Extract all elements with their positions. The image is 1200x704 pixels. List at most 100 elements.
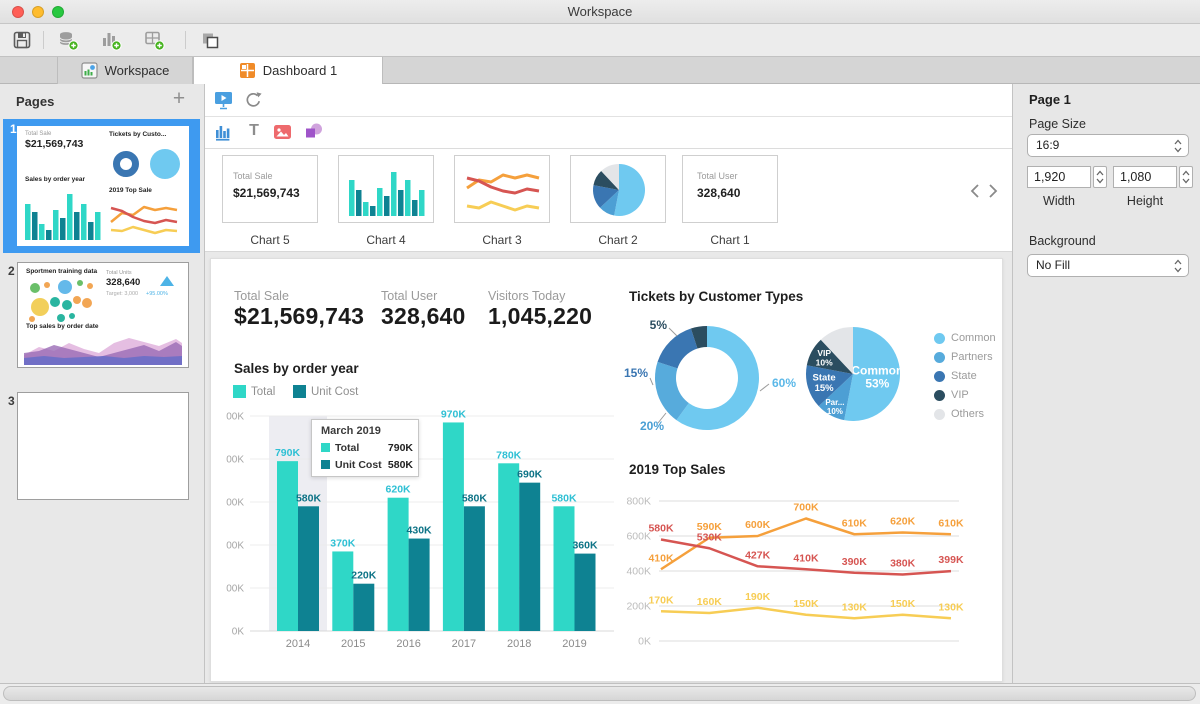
width-input[interactable]: 1,920: [1027, 166, 1091, 188]
gallery-kpi-label: Total Sale: [233, 171, 273, 181]
pie-chart-svg[interactable]: Common53%Par...10%State15%VIP10%: [801, 307, 951, 452]
svg-text:600K: 600K: [626, 531, 651, 543]
kpi-label: Visitors Today: [488, 289, 565, 303]
page-size-select[interactable]: 16:9: [1027, 134, 1189, 157]
save-button[interactable]: [11, 30, 33, 50]
svg-text:170K: 170K: [648, 594, 674, 606]
present-button[interactable]: [213, 90, 234, 115]
line-chart-svg[interactable]: 800K600K400K200K0K410K590K600K700K610K62…: [621, 484, 1004, 659]
svg-text:2016: 2016: [396, 638, 420, 650]
svg-text:130K: 130K: [842, 601, 868, 613]
tooltip-series-value: 580K: [388, 459, 413, 471]
height-input[interactable]: 1,080: [1113, 166, 1177, 188]
legend-dot: [934, 390, 945, 401]
page-thumbnail-2[interactable]: Sportmen training data Total Units 328,6…: [17, 262, 189, 368]
gallery-card-chart4[interactable]: [338, 155, 434, 223]
element-toolbar: T: [205, 117, 1012, 149]
refresh-button[interactable]: [244, 91, 263, 114]
svg-text:20%: 20%: [640, 419, 664, 433]
tickets-legend-item: Partners: [934, 351, 1004, 365]
tickets-legend-item: State: [934, 370, 1004, 384]
svg-text:430K: 430K: [407, 525, 433, 537]
svg-text:580K: 580K: [551, 492, 577, 504]
chevron-left-icon: [969, 183, 981, 199]
gallery-card-chart1[interactable]: Total User 328,640: [682, 155, 778, 223]
svg-text:410K: 410K: [793, 552, 819, 564]
insert-image-tool[interactable]: [273, 124, 292, 145]
svg-text:530K: 530K: [697, 531, 723, 543]
kpi-label: Total Sale: [234, 289, 289, 303]
page-size-label: Page Size: [1029, 117, 1086, 131]
tab-workspace[interactable]: Workspace: [57, 57, 193, 84]
thumb2-delta: +95.00%: [146, 291, 168, 297]
kpi-value: 1,045,220: [488, 303, 592, 330]
gallery-kpi-value: 328,640: [697, 186, 740, 200]
page-thumbnail-1[interactable]: 1 Total Sale $21,569,743 Tickets by Cust…: [3, 119, 200, 253]
thumb1-bars-chart: [25, 186, 103, 240]
tooltip-title: March 2019: [321, 425, 381, 437]
thumb2-title: Sportmen training data: [26, 268, 97, 275]
page-inspector: Page 1 Page Size 16:9 1,920 1,080 Width …: [1012, 84, 1200, 683]
donut-chart-svg[interactable]: 60%20%15%5%: [621, 307, 821, 452]
svg-text:2019: 2019: [562, 638, 586, 650]
legend-label: VIP: [951, 389, 969, 401]
inspector-title: Page 1: [1029, 92, 1071, 107]
add-dashboard-button[interactable]: [143, 30, 165, 50]
svg-text:220K: 220K: [351, 570, 377, 582]
page-thumbnail-3[interactable]: [17, 392, 189, 500]
gallery-card-chart2[interactable]: [570, 155, 666, 223]
insert-shape-tool[interactable]: [303, 122, 325, 146]
thumb2-units-label: Total Units: [106, 270, 132, 276]
gallery-prev-button[interactable]: [969, 183, 981, 204]
insert-chart-tool[interactable]: [214, 123, 233, 147]
scrollbar-thumb[interactable]: [3, 686, 1196, 701]
svg-text:370K: 370K: [330, 537, 356, 549]
width-stepper[interactable]: [1093, 166, 1107, 188]
page-number: 1: [10, 122, 17, 136]
refresh-icon: [244, 91, 263, 109]
workspace-window: Workspace: [0, 0, 1200, 704]
background-select[interactable]: No Fill: [1027, 254, 1189, 277]
gallery-next-button[interactable]: [987, 183, 999, 204]
svg-text:0K: 0K: [638, 636, 651, 648]
width-label: Width: [1027, 194, 1091, 208]
document-tabbar: Workspace Dashboard 1: [0, 56, 1200, 84]
duplicate-button[interactable]: [198, 30, 220, 50]
insert-text-tool[interactable]: T: [245, 122, 263, 140]
svg-text:380K: 380K: [890, 558, 916, 570]
image-icon: [273, 124, 292, 140]
present-icon: [213, 90, 234, 110]
legend-label: Partners: [951, 351, 993, 363]
dashboard-page[interactable]: Total Sale $21,569,743 Total User 328,64…: [210, 258, 1003, 682]
tooltip-series-name: Total: [335, 442, 359, 454]
gallery-card-chart5[interactable]: Total Sale $21,569,743: [222, 155, 318, 223]
gallery-card-chart3[interactable]: [454, 155, 550, 223]
add-data-source-button[interactable]: [57, 30, 79, 50]
background-value: No Fill: [1036, 258, 1070, 272]
legend-dot: [934, 333, 945, 344]
add-chart-button[interactable]: [100, 30, 122, 50]
legend-swatch-unit-cost: [293, 385, 306, 398]
chevron-right-icon: [987, 183, 999, 199]
tooltip-swatch-unit-cost: [321, 460, 330, 469]
gallery-kpi-label: Total User: [697, 171, 738, 181]
svg-text:Par...10%: Par...10%: [825, 398, 844, 416]
svg-text:580K: 580K: [296, 492, 322, 504]
tab-dashboard-1[interactable]: Dashboard 1: [193, 57, 383, 84]
legend-label: State: [951, 370, 977, 382]
legend-swatch-total: [233, 385, 246, 398]
thumb2-target: Target: 3,000: [106, 291, 138, 297]
workspace-tab-icon: [81, 62, 98, 79]
dashboard-add-icon: [144, 30, 165, 51]
page1-thumb-card: Total Sale $21,569,743 Tickets by Custo.…: [17, 126, 189, 246]
svg-text:580K: 580K: [462, 492, 488, 504]
height-stepper[interactable]: [1179, 166, 1193, 188]
svg-text:610K: 610K: [842, 517, 868, 529]
shapes-icon: [303, 122, 325, 141]
add-page-button[interactable]: +: [166, 86, 192, 112]
bar-chart-svg[interactable]: 1000K800K600K400K200K0K2014790K580K20153…: [226, 409, 618, 655]
dashboard-editor: T Total Sale $21,569,743: [205, 84, 1012, 683]
svg-text:410K: 410K: [648, 552, 674, 564]
svg-text:150K: 150K: [793, 598, 819, 610]
legend-dot: [934, 409, 945, 420]
